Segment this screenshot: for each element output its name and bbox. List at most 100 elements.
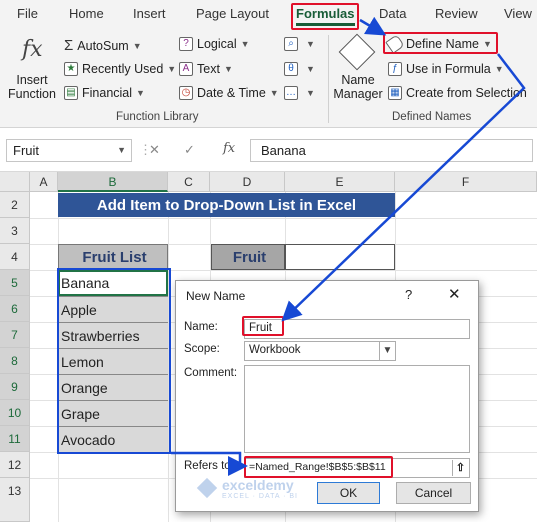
tab-insert[interactable]: Insert	[133, 6, 166, 21]
tab-view[interactable]: View	[504, 6, 532, 21]
row-header-8[interactable]: 8	[0, 348, 30, 374]
name-manager-label-2: Manager	[333, 87, 383, 101]
refers-to-highlight	[244, 456, 393, 478]
scope-dropdown-button[interactable]: ▼	[379, 342, 395, 360]
enter-icon[interactable]: ✓	[184, 142, 195, 158]
cancel-button[interactable]: Cancel	[396, 482, 471, 504]
chevron-down-icon: ▼	[223, 64, 233, 74]
row-header-7[interactable]: 7	[0, 322, 30, 348]
column-header-d[interactable]: D	[210, 172, 285, 192]
fruit-list-header[interactable]: Fruit List	[58, 244, 168, 270]
row-header-9[interactable]: 9	[0, 374, 30, 400]
chevron-down-icon: ▼	[306, 88, 315, 98]
row-header-4[interactable]: 4	[0, 244, 30, 270]
tab-file[interactable]: File	[17, 6, 38, 21]
name-box-value: Fruit	[13, 143, 39, 158]
sigma-icon: Σ	[64, 37, 74, 54]
tab-home[interactable]: Home	[69, 6, 104, 21]
math-trig-button[interactable]: θ ▼	[284, 62, 315, 76]
text-label: Text	[197, 62, 220, 76]
row-header-3[interactable]: 3	[0, 218, 30, 244]
row-header-11[interactable]: 11	[0, 426, 30, 452]
tab-review[interactable]: Review	[435, 6, 478, 21]
insert-function-icon[interactable]: fx	[223, 141, 235, 156]
name-box[interactable]: Fruit ▼	[6, 139, 132, 162]
sheet-title[interactable]: Add Item to Drop-Down List in Excel	[58, 193, 395, 217]
scope-label: Scope:	[184, 343, 220, 355]
more-functions-icon: …	[284, 86, 298, 100]
close-icon[interactable]: ✕	[448, 285, 461, 303]
comment-field[interactable]	[244, 365, 470, 453]
name-manager-button[interactable]: Name Manager	[332, 33, 384, 107]
ribbon-tab-bar: File Home Insert Page Layout Formulas Da…	[0, 0, 537, 31]
column-header-e[interactable]: E	[285, 172, 395, 192]
autosum-label: AutoSum	[77, 38, 129, 53]
column-header-c[interactable]: C	[168, 172, 210, 192]
chevron-down-icon: ▼	[306, 64, 315, 74]
gridline	[30, 218, 537, 219]
text-button[interactable]: A Text ▼	[179, 62, 233, 76]
name-label: Name:	[184, 321, 218, 333]
formula-input[interactable]: Banana	[250, 139, 533, 162]
fruit-lookup-input[interactable]	[285, 244, 395, 270]
chevron-down-icon: ▼	[117, 145, 126, 155]
column-header-f[interactable]: F	[395, 172, 537, 192]
financial-label: Financial	[82, 86, 133, 100]
recently-used-label: Recently Used	[82, 62, 164, 76]
tab-page-layout[interactable]: Page Layout	[196, 6, 269, 21]
chevron-down-icon: ▼	[132, 40, 142, 51]
row-header-12[interactable]: 12	[0, 452, 30, 478]
row-header-6[interactable]: 6	[0, 296, 30, 322]
group-divider	[328, 35, 329, 123]
date-time-button[interactable]: ◷ Date & Time ▼	[179, 86, 279, 100]
row-header-2[interactable]: 2	[0, 192, 30, 218]
row-header-5[interactable]: 5	[0, 270, 30, 296]
lookup-icon: ⌕	[284, 37, 298, 51]
more-functions-button[interactable]: … ▼	[284, 86, 315, 100]
dialog-title: New Name	[186, 289, 246, 303]
create-from-selection-label: Create from Selection	[406, 86, 527, 100]
create-from-selection-button[interactable]: ▦ Create from Selection	[388, 86, 527, 100]
logical-button[interactable]: ? Logical ▼	[179, 37, 250, 51]
defined-names-group-label: Defined Names	[392, 111, 472, 123]
insert-function-button[interactable]: fx Insert Function	[6, 35, 58, 105]
comment-label: Comment:	[184, 367, 238, 379]
chevron-down-icon: ▼	[494, 64, 504, 74]
logical-label: Logical	[197, 37, 237, 51]
recently-used-button[interactable]: ★ Recently Used ▼	[64, 62, 176, 76]
formulas-tab-highlight	[291, 3, 359, 30]
fruit-lookup-label[interactable]: Fruit	[211, 244, 285, 270]
chevron-down-icon: ▼	[306, 39, 315, 49]
exceldemy-logo-icon	[196, 477, 218, 499]
watermark-brand: exceldemy	[222, 477, 294, 493]
fruit-range-highlight	[57, 268, 171, 454]
row-header-10[interactable]: 10	[0, 400, 30, 426]
refers-to-label: Refers to:	[184, 460, 234, 472]
lookup-reference-button[interactable]: ⌕ ▼	[284, 37, 315, 51]
tab-data[interactable]: Data	[379, 6, 406, 21]
exceldemy-watermark: exceldemy EXCEL · DATA · BI	[196, 477, 328, 505]
autosum-button[interactable]: Σ AutoSum ▼	[64, 37, 142, 54]
scope-select[interactable]: Workbook	[244, 341, 396, 361]
use-in-formula-button[interactable]: ƒ Use in Formula ▼	[388, 62, 504, 76]
select-all-corner[interactable]	[0, 172, 30, 192]
scope-value: Workbook	[249, 344, 301, 356]
column-header-a[interactable]: A	[30, 172, 58, 192]
math-icon: θ	[284, 62, 298, 76]
collapse-dialog-icon[interactable]: ⇧	[452, 460, 468, 476]
logical-book-icon: ?	[179, 37, 193, 51]
cancel-icon[interactable]: ✕	[149, 142, 160, 158]
formula-bar: Fruit ▼ ⋮ ✕ ✓ fx Banana	[0, 128, 537, 172]
help-icon[interactable]: ?	[405, 287, 412, 302]
row-header-13[interactable]: 13	[0, 478, 30, 522]
name-field-highlight	[242, 316, 284, 336]
clock-icon: ◷	[179, 86, 193, 100]
insert-function-label-2: Function	[8, 87, 56, 101]
chevron-down-icon: ▼	[240, 39, 250, 49]
text-book-icon: A	[179, 62, 193, 76]
chevron-down-icon: ▼	[136, 88, 145, 98]
name-manager-label-1: Name	[341, 73, 375, 87]
column-header-b[interactable]: B	[58, 172, 168, 192]
define-name-highlight	[383, 32, 498, 54]
financial-button[interactable]: ▤ Financial ▼	[64, 86, 145, 100]
